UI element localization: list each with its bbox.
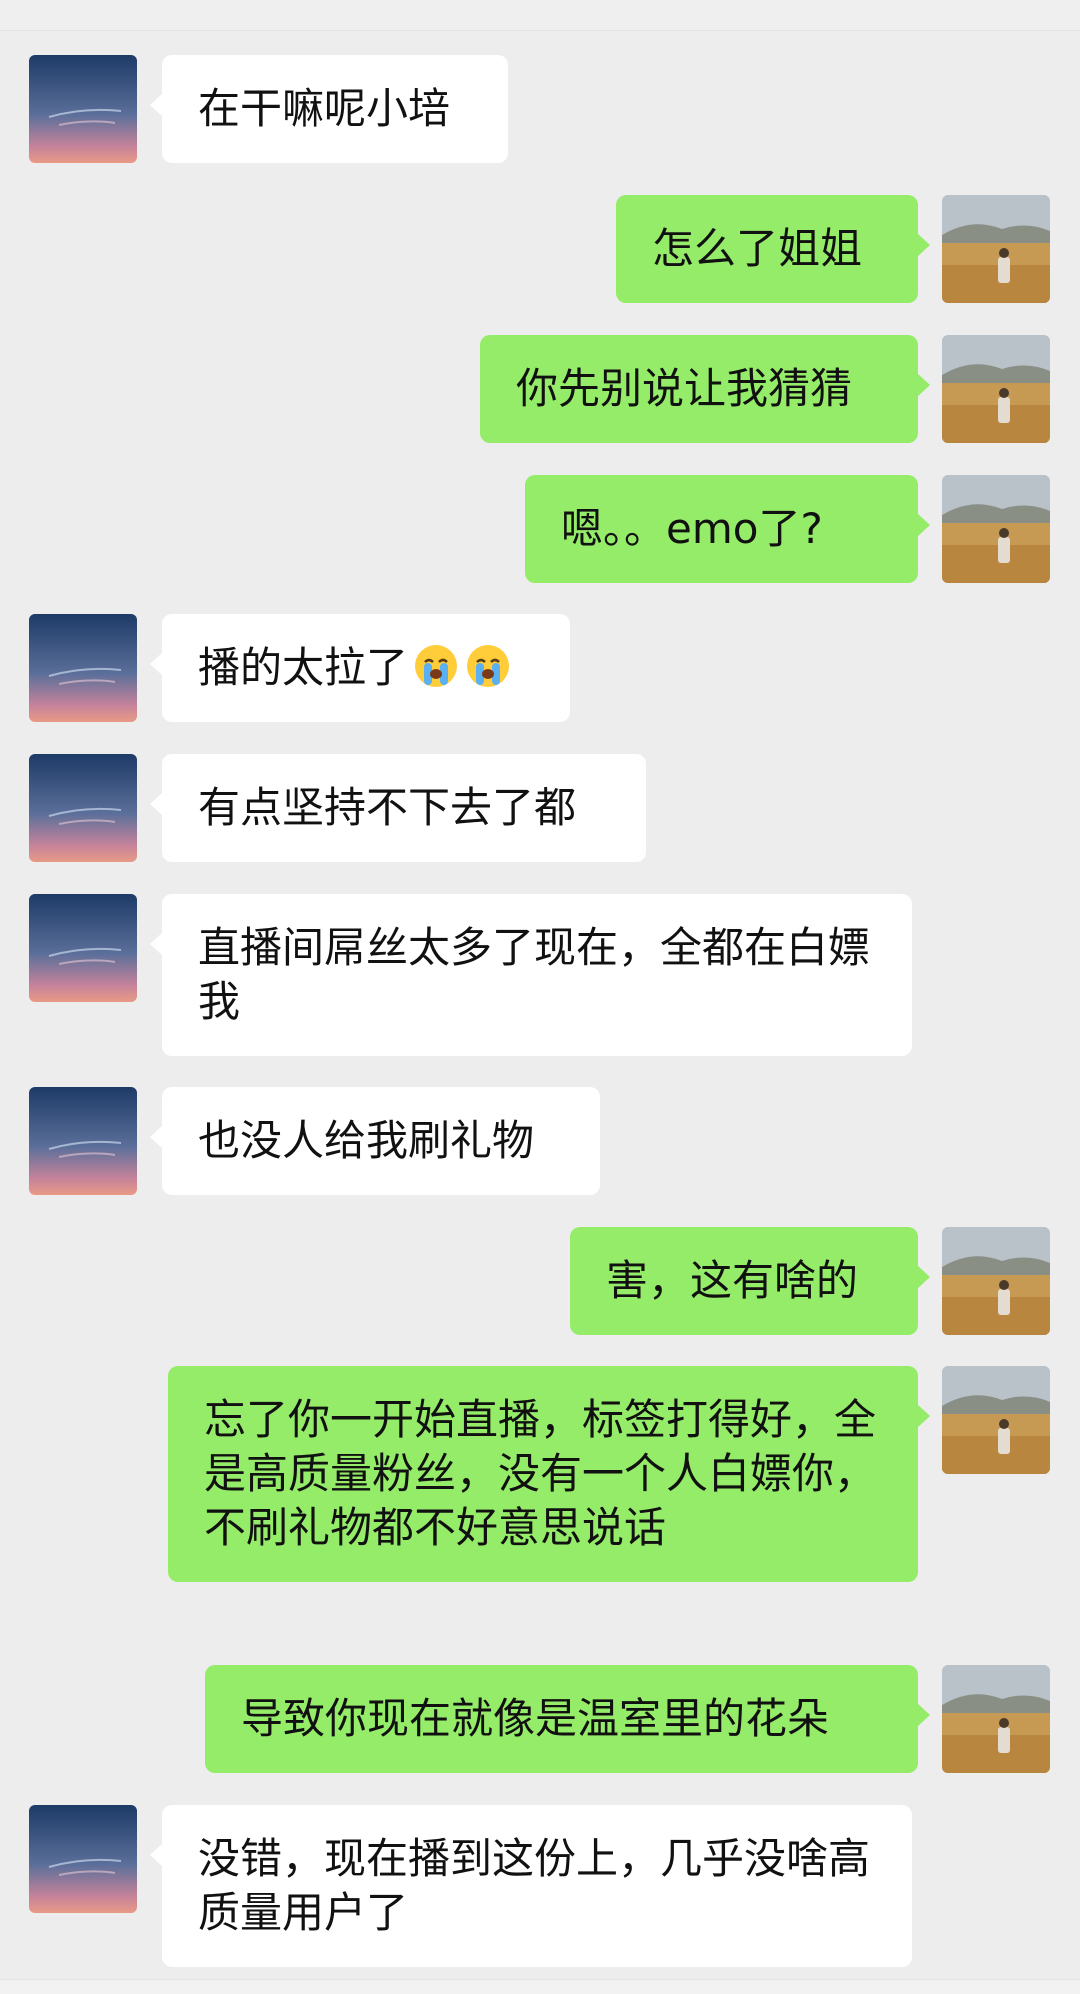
sunset-sky-avatar-icon — [29, 1087, 137, 1195]
message-bubble[interactable]: 忘了你一开始直播，标签打得好，全是高质量粉丝，没有一个人白嫖你，不刷礼物都不好意… — [168, 1366, 930, 1582]
bubble-tail — [150, 652, 163, 676]
bubble-tail — [150, 792, 163, 816]
contact-avatar[interactable] — [29, 894, 137, 1002]
crying-face-icon — [415, 645, 458, 687]
bubble-tail — [150, 1843, 163, 1867]
top-bar-divider — [0, 0, 1080, 31]
sunset-sky-avatar-icon — [29, 614, 137, 722]
message-text: 在干嘛呢小培 — [198, 84, 451, 133]
sunset-sky-avatar-icon — [29, 1805, 137, 1913]
message-bubble[interactable]: 有点坚持不下去了都 — [150, 754, 646, 862]
my-avatar[interactable] — [942, 335, 1050, 443]
message-bubble[interactable]: 导致你现在就像是温室里的花朵 — [205, 1665, 930, 1773]
message-text: 导致你现在就像是温室里的花朵 — [241, 1694, 830, 1743]
message-text: 有点坚持不下去了都 — [198, 783, 577, 832]
contact-avatar[interactable] — [29, 614, 137, 722]
bubble-tail — [917, 513, 930, 537]
message-text: 害，这有啥的 — [606, 1256, 859, 1305]
my-avatar[interactable] — [942, 1227, 1050, 1335]
bubble-tail — [917, 1404, 930, 1428]
bubble-tail — [917, 1265, 930, 1289]
bubble-tail — [917, 1703, 930, 1727]
crying-face-icon — [467, 645, 510, 687]
message-bubble[interactable]: 怎么了姐姐 — [616, 195, 930, 303]
bubble-tail — [917, 233, 930, 257]
message-text: 播的太拉了 — [198, 643, 409, 692]
grassland-person-avatar-icon — [942, 1227, 1050, 1335]
bubble-tail — [150, 932, 163, 956]
bubble-tail — [150, 1125, 163, 1149]
message-text: 你先别说让我猜猜 — [516, 364, 853, 413]
message-bubble[interactable]: 没错，现在播到这份上，几乎没啥高质量用户了 — [150, 1805, 912, 1967]
my-avatar[interactable] — [942, 475, 1050, 583]
sunset-sky-avatar-icon — [29, 55, 137, 163]
contact-avatar[interactable] — [29, 55, 137, 163]
message-text: 怎么了姐姐 — [652, 224, 863, 273]
bubble-tail — [150, 93, 163, 117]
message-bubble[interactable]: 害，这有啥的 — [570, 1227, 930, 1335]
message-bubble[interactable]: 播的太拉了 — [150, 614, 570, 722]
grassland-person-avatar-icon — [942, 1665, 1050, 1773]
message-bubble[interactable]: 你先别说让我猜猜 — [480, 335, 930, 443]
message-bubble[interactable]: 直播间屌丝太多了现在，全都在白嫖我 — [150, 894, 912, 1056]
message-text: 嗯。。emo了? — [561, 504, 823, 553]
message-text: 没错，现在播到这份上，几乎没啥高质量用户了 — [198, 1834, 871, 1937]
grassland-person-avatar-icon — [942, 335, 1050, 443]
contact-avatar[interactable] — [29, 1805, 137, 1913]
bottom-edge — [0, 1979, 1080, 1994]
my-avatar[interactable] — [942, 195, 1050, 303]
message-text: 直播间屌丝太多了现在，全都在白嫖我 — [198, 923, 871, 1026]
bubble-tail — [917, 373, 930, 397]
my-avatar[interactable] — [942, 1665, 1050, 1773]
message-text: 忘了你一开始直播，标签打得好，全是高质量粉丝，没有一个人白嫖你，不刷礼物都不好意… — [204, 1395, 877, 1552]
message-bubble[interactable]: 也没人给我刷礼物 — [150, 1087, 600, 1195]
message-text: 也没人给我刷礼物 — [198, 1116, 535, 1165]
grassland-person-avatar-icon — [942, 1366, 1050, 1474]
sunset-sky-avatar-icon — [29, 754, 137, 862]
message-bubble[interactable]: 在干嘛呢小培 — [150, 55, 508, 163]
contact-avatar[interactable] — [29, 1087, 137, 1195]
contact-avatar[interactable] — [29, 754, 137, 862]
grassland-person-avatar-icon — [942, 195, 1050, 303]
grassland-person-avatar-icon — [942, 475, 1050, 583]
sunset-sky-avatar-icon — [29, 894, 137, 1002]
message-bubble[interactable]: 嗯。。emo了? — [525, 475, 930, 583]
my-avatar[interactable] — [942, 1366, 1050, 1474]
